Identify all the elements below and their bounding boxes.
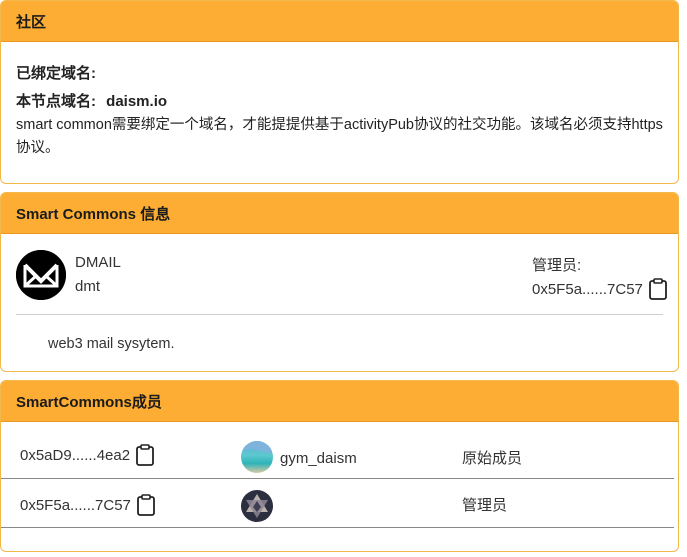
mail-envelope-icon (16, 250, 66, 300)
member-address: 0x5aD9......4ea2 (20, 446, 131, 464)
community-header-title: 社区 (16, 13, 47, 31)
members-header-title: SmartCommons成员 (16, 393, 162, 411)
member-address: 0x5F5a......7C57 (20, 496, 131, 514)
avatar[interactable] (241, 441, 273, 473)
clipboard-icon[interactable] (648, 278, 667, 300)
info-header: Smart Commons 信息 (1, 193, 678, 234)
member-role: 原始成员 (462, 450, 523, 467)
member-row: 0x5aD9......4ea2 gym_daism 原始成员 (1, 422, 678, 479)
clipboard-icon[interactable] (135, 444, 154, 466)
row-divider (1, 527, 674, 528)
node-domain-label: 本节点域名: (16, 93, 96, 110)
admin-address-row: 0x5F5a......7C57 (532, 278, 667, 300)
clipboard-icon[interactable] (136, 494, 155, 516)
member-username: gym_daism (280, 450, 357, 467)
member-row: 0x5F5a......7C57 管理员 (1, 479, 678, 528)
bound-domain-label: 已绑定域名: (16, 65, 96, 82)
info-header-title: Smart Commons 信息 (16, 205, 171, 223)
community-header: 社区 (1, 1, 678, 42)
community-description: smart common需要绑定一个域名，才能提提供基于activityPub协… (16, 117, 663, 156)
member-address-cell: 0x5F5a......7C57 (20, 494, 155, 516)
member-address-cell: 0x5aD9......4ea2 (20, 444, 154, 466)
admin-label: 管理员: (532, 257, 582, 274)
member-role: 管理员 (462, 497, 508, 514)
info-divider (16, 314, 663, 315)
node-domain-row: 本节点域名: daism.io (16, 90, 663, 112)
node-domain-value: daism.io (106, 93, 168, 110)
dao-symbol: dmt (75, 278, 101, 295)
community-card: 社区 已绑定域名: 本节点域名: daism.io smart common需要… (0, 0, 679, 184)
dao-name: DMAIL (75, 254, 121, 271)
dao-description: web3 mail sysytem. (48, 336, 175, 352)
admin-address: 0x5F5a......7C57 (532, 280, 643, 298)
avatar[interactable] (241, 490, 273, 522)
smart-commons-info-card: Smart Commons 信息 DMAIL dmt 管理员: 0x5F5a..… (0, 192, 679, 372)
members-header: SmartCommons成员 (1, 381, 678, 422)
members-card: SmartCommons成员 0x5aD9......4ea2 gym_dais… (0, 380, 679, 552)
